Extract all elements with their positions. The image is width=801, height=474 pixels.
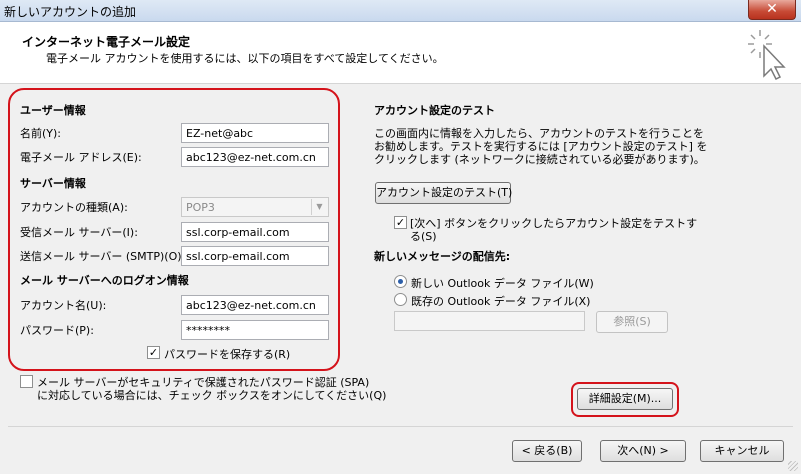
next-button[interactable]: 次へ(N) > — [600, 440, 686, 462]
auto-test-checkbox[interactable]: ✓ — [394, 216, 407, 229]
name-field[interactable]: EZ-net@abc — [181, 123, 329, 143]
test-heading: アカウント設定のテスト — [374, 104, 495, 117]
footer-divider — [8, 426, 793, 427]
incoming-server-label: 受信メール サーバー(I): — [20, 226, 138, 239]
password-field[interactable]: ******** — [181, 320, 329, 340]
account-type-value: POP3 — [186, 201, 215, 214]
server-info-heading: サーバー情報 — [20, 177, 86, 190]
form-area: ユーザー情報 名前(Y): EZ-net@abc 電子メール アドレス(E): … — [0, 85, 801, 474]
close-button[interactable]: ✕ — [748, 0, 796, 20]
logon-info-heading: メール サーバーへのログオン情報 — [20, 274, 189, 287]
account-name-field[interactable]: abc123@ez-net.com.cn — [181, 295, 329, 315]
existing-data-file-label[interactable]: 既存の Outlook データ ファイル(X) — [411, 293, 590, 309]
auto-test-label-line1[interactable]: [次へ] ボタンをクリックしたらアカウント設定をテストす — [410, 215, 697, 231]
resize-grip-icon[interactable] — [788, 461, 798, 471]
test-account-settings-button[interactable]: アカウント設定のテスト(T) — [375, 182, 512, 204]
spa-checkbox[interactable] — [20, 375, 33, 388]
auto-test-label-line2[interactable]: る(S) — [410, 228, 437, 244]
title-bar: 新しいアカウントの追加 ✕ — [0, 0, 801, 22]
header-panel: インターネット電子メール設定 電子メール アカウントを使用するには、以下の項目を… — [0, 22, 801, 84]
chevron-down-icon: ▼ — [311, 199, 327, 215]
spa-label-line2[interactable]: に対応している場合には、チェック ボックスをオンにしてください(Q) — [37, 387, 386, 403]
cancel-button[interactable]: キャンセル — [700, 440, 784, 462]
password-label: パスワード(P): — [20, 324, 94, 337]
account-name-label: アカウント名(U): — [20, 299, 107, 312]
data-file-path-field[interactable] — [394, 311, 585, 331]
page-subtitle: 電子メール アカウントを使用するには、以下の項目をすべて設定してください。 — [46, 52, 444, 65]
remember-password-label[interactable]: パスワードを保存する(R) — [164, 346, 290, 362]
email-field[interactable]: abc123@ez-net.com.cn — [181, 147, 329, 167]
page-title: インターネット電子メール設定 — [22, 35, 191, 49]
window-title: 新しいアカウントの追加 — [4, 5, 137, 19]
user-info-heading: ユーザー情報 — [20, 104, 86, 117]
new-data-file-radio[interactable] — [394, 275, 407, 288]
back-button[interactable]: < 戻る(B) — [512, 440, 582, 462]
sparkle-cursor-icon — [748, 30, 786, 80]
remember-password-checkbox[interactable]: ✓ — [147, 346, 160, 359]
more-settings-button[interactable]: 詳細設定(M)... — [577, 388, 673, 410]
browse-button[interactable]: 参照(S) — [596, 311, 668, 333]
account-type-select[interactable]: POP3 ▼ — [181, 197, 329, 217]
incoming-server-field[interactable]: ssl.corp-email.com — [181, 222, 329, 242]
email-label: 電子メール アドレス(E): — [20, 151, 142, 164]
new-data-file-label[interactable]: 新しい Outlook データ ファイル(W) — [411, 275, 594, 291]
test-description-line3: クリックします (ネットワークに接続されている必要があります)。 — [374, 153, 705, 166]
outgoing-server-label: 送信メール サーバー (SMTP)(O): — [20, 250, 186, 263]
delivery-heading: 新しいメッセージの配信先: — [374, 250, 511, 263]
name-label: 名前(Y): — [20, 127, 62, 140]
account-type-label: アカウントの種類(A): — [20, 201, 128, 214]
existing-data-file-radio[interactable] — [394, 293, 407, 306]
outgoing-server-field[interactable]: ssl.corp-email.com — [181, 246, 329, 266]
